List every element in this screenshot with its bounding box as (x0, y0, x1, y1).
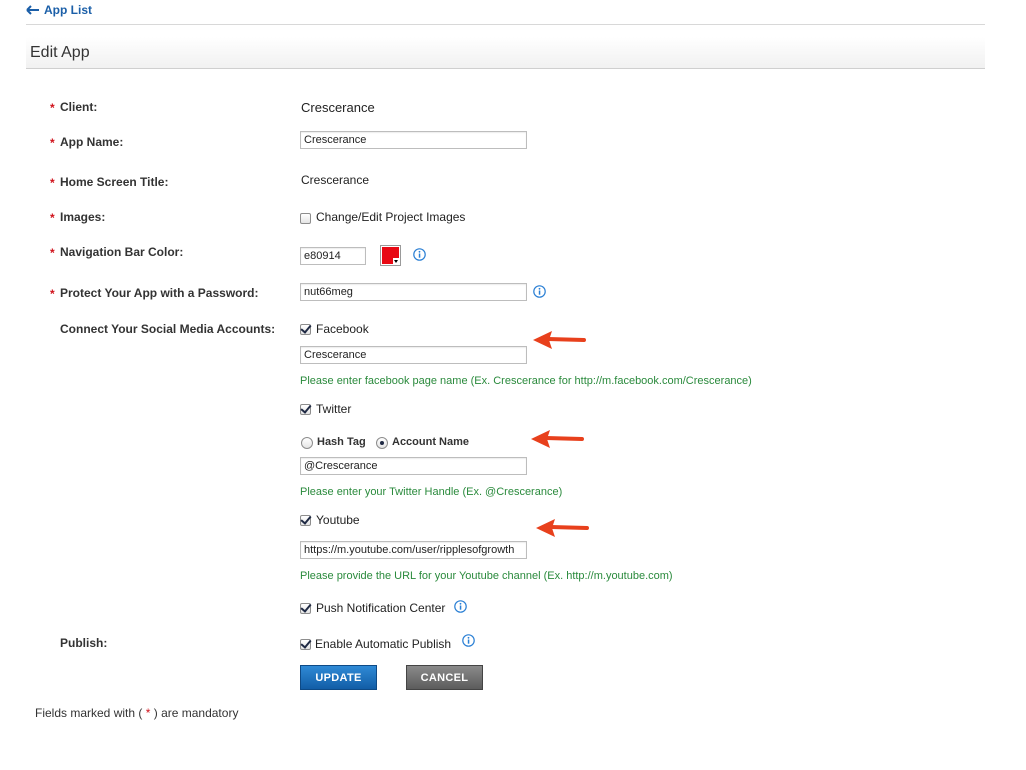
annotation-arrow-icon (536, 519, 589, 537)
facebook-checkbox-label: Facebook (316, 322, 369, 336)
app-name-input[interactable] (300, 131, 527, 149)
client-label: Client: (60, 100, 98, 114)
cancel-button[interactable]: CANCEL (406, 665, 483, 690)
facebook-checkbox[interactable] (300, 324, 311, 335)
nav-bar-color-label: Navigation Bar Color: (60, 245, 184, 259)
social-media-label: Connect Your Social Media Accounts: (60, 322, 276, 336)
app-list-link-label: App List (44, 3, 92, 17)
info-icon[interactable] (533, 285, 546, 298)
mandatory-fields-note: Fields marked with ( * ) are mandatory (35, 706, 238, 720)
required-marker: * (50, 246, 55, 260)
hashtag-radio-label: Hash Tag (317, 436, 366, 448)
twitter-hint: Please enter your Twitter Handle (Ex. @C… (300, 486, 563, 498)
update-button[interactable]: UPDATE (300, 665, 377, 690)
required-marker: * (50, 136, 55, 150)
mandatory-note-suffix: ) are mandatory (153, 706, 239, 720)
required-marker: * (50, 211, 55, 225)
required-marker: * (50, 176, 55, 190)
youtube-url-input[interactable] (300, 541, 527, 559)
password-input[interactable] (300, 283, 527, 301)
publish-label: Publish: (60, 636, 108, 650)
auto-publish-label: Enable Automatic Publish (315, 637, 452, 651)
twitter-checkbox[interactable] (300, 404, 311, 415)
color-picker-swatch[interactable] (380, 245, 401, 266)
divider (26, 24, 985, 25)
facebook-hint: Please enter facebook page name (Ex. Cre… (300, 375, 752, 387)
push-notification-checkbox[interactable] (300, 603, 311, 614)
info-icon[interactable] (462, 634, 475, 647)
client-value: Crescerance (301, 100, 375, 115)
annotation-arrow-icon (533, 331, 586, 349)
account-name-radio[interactable] (376, 437, 388, 449)
required-marker: * (50, 101, 55, 115)
page-title: Edit App (30, 44, 90, 61)
home-screen-title-value: Crescerance (301, 173, 370, 187)
annotation-arrow-icon (531, 430, 584, 448)
required-marker: * (50, 287, 55, 301)
account-name-radio-label: Account Name (392, 436, 470, 448)
facebook-page-input[interactable] (300, 346, 527, 364)
required-marker: * (145, 706, 151, 720)
color-picker-dropdown-icon (393, 258, 399, 264)
nav-bar-color-input[interactable] (300, 247, 366, 265)
mandatory-note-prefix: Fields marked with ( (35, 706, 143, 720)
info-icon[interactable] (454, 600, 467, 613)
twitter-checkbox-label: Twitter (316, 402, 352, 416)
twitter-handle-input[interactable] (300, 457, 527, 475)
images-label: Images: (60, 210, 106, 224)
hashtag-radio[interactable] (301, 437, 313, 449)
home-screen-title-label: Home Screen Title: (60, 175, 169, 189)
back-arrow-icon (26, 5, 39, 15)
info-icon[interactable] (413, 248, 426, 261)
app-list-link[interactable]: App List (26, 3, 92, 17)
page-title-bar: Edit App (26, 37, 985, 69)
push-notification-label: Push Notification Center (316, 601, 446, 615)
password-label: Protect Your App with a Password: (60, 286, 259, 300)
youtube-hint: Please provide the URL for your Youtube … (300, 570, 673, 582)
auto-publish-checkbox[interactable] (300, 639, 311, 650)
images-checkbox[interactable] (300, 213, 311, 224)
youtube-checkbox[interactable] (300, 515, 311, 526)
app-name-label: App Name: (60, 135, 124, 149)
youtube-checkbox-label: Youtube (316, 513, 360, 527)
images-checkbox-label: Change/Edit Project Images (316, 210, 466, 224)
